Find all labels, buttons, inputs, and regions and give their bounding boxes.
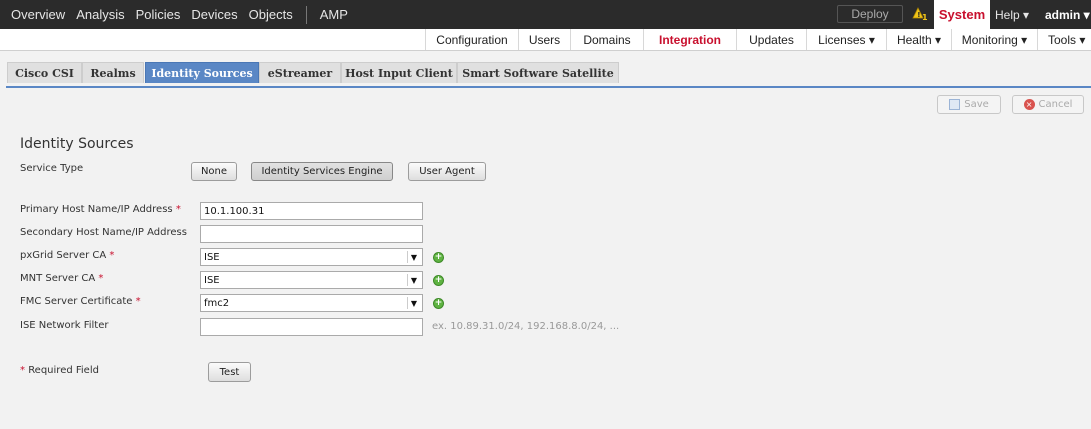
- ise-filter-input[interactable]: [200, 318, 423, 336]
- nav-policies[interactable]: Policies: [125, 7, 181, 22]
- required-marker: *: [109, 250, 115, 261]
- section-title: Identity Sources: [20, 136, 134, 152]
- help-menu[interactable]: Help ▾: [995, 8, 1029, 22]
- top-navigation-bar: Overview Analysis Policies Devices Objec…: [0, 0, 1091, 29]
- primary-host-label: Primary Host Name/IP Address *: [20, 204, 181, 215]
- system-subnav: Configuration Users Domains Integration …: [0, 29, 1091, 51]
- nav-objects[interactable]: Objects: [238, 7, 293, 22]
- tab-cisco-csi[interactable]: Cisco CSI: [7, 62, 82, 83]
- system-menu[interactable]: System: [934, 0, 990, 29]
- warning-count: 1: [922, 13, 928, 22]
- subnav-integration[interactable]: Integration: [643, 29, 736, 50]
- required-marker: *: [20, 365, 25, 376]
- mnt-ca-value: ISE: [204, 275, 220, 286]
- nav-devices[interactable]: Devices: [180, 7, 237, 22]
- service-type-label: Service Type: [20, 163, 84, 174]
- add-fmc-cert-icon[interactable]: +: [433, 298, 444, 309]
- secondary-host-label: Secondary Host Name/IP Address: [20, 227, 187, 238]
- pxgrid-ca-value: ISE: [204, 252, 220, 263]
- subnav-updates[interactable]: Updates: [736, 29, 806, 50]
- fmc-cert-select[interactable]: fmc2 ▼: [200, 294, 423, 312]
- service-type-ise-button[interactable]: Identity Services Engine: [251, 162, 393, 181]
- mnt-ca-select[interactable]: ISE ▼: [200, 271, 423, 289]
- deploy-button[interactable]: Deploy: [837, 5, 903, 23]
- nav-analysis[interactable]: Analysis: [65, 7, 124, 22]
- save-button[interactable]: Save: [937, 95, 1001, 114]
- cancel-button[interactable]: × Cancel: [1012, 95, 1084, 114]
- subnav-domains[interactable]: Domains: [570, 29, 643, 50]
- warning-icon[interactable]: ! 1: [912, 7, 928, 26]
- tab-underline: [6, 86, 1091, 88]
- subnav-tools[interactable]: Tools ▾: [1037, 29, 1091, 50]
- ise-filter-hint: ex. 10.89.31.0/24, 192.168.8.0/24, ...: [432, 321, 620, 332]
- subnav-licenses[interactable]: Licenses ▾: [806, 29, 886, 50]
- primary-host-input[interactable]: 10.1.100.31: [200, 202, 423, 220]
- test-button[interactable]: Test: [208, 362, 251, 382]
- fmc-cert-label: FMC Server Certificate *: [20, 296, 141, 307]
- fmc-cert-label-text: FMC Server Certificate: [20, 296, 133, 307]
- nav-divider: [305, 5, 307, 24]
- subnav-health[interactable]: Health ▾: [886, 29, 951, 50]
- required-field-note: * Required Field: [20, 365, 99, 376]
- save-icon: [949, 99, 961, 110]
- subnav-users[interactable]: Users: [518, 29, 570, 50]
- required-marker: *: [98, 273, 104, 284]
- tab-host-input-client[interactable]: Host Input Client: [341, 62, 457, 83]
- pxgrid-ca-label: pxGrid Server CA *: [20, 250, 114, 261]
- fmc-cert-value: fmc2: [204, 298, 230, 309]
- required-marker: *: [135, 296, 141, 307]
- integration-tabs: Cisco CSI Realms Identity Sources eStrea…: [0, 51, 1091, 87]
- nav-amp[interactable]: AMP: [311, 7, 348, 22]
- nav-overview[interactable]: Overview: [0, 7, 65, 22]
- chevron-down-icon: ▼: [407, 251, 420, 263]
- cancel-icon: ×: [1023, 99, 1035, 110]
- tab-estreamer[interactable]: eStreamer: [259, 62, 341, 83]
- add-pxgrid-ca-icon[interactable]: +: [433, 252, 444, 263]
- tab-identity-sources[interactable]: Identity Sources: [145, 62, 259, 83]
- chevron-down-icon: ▼: [407, 274, 420, 286]
- chevron-down-icon: ▼: [407, 297, 420, 309]
- ise-filter-label: ISE Network Filter: [20, 320, 109, 331]
- subnav-monitoring[interactable]: Monitoring ▾: [951, 29, 1037, 50]
- subnav-configuration[interactable]: Configuration: [425, 29, 518, 50]
- tab-smart-software-satellite[interactable]: Smart Software Satellite: [457, 62, 619, 83]
- mnt-ca-label-text: MNT Server CA: [20, 273, 96, 284]
- mnt-ca-label: MNT Server CA *: [20, 273, 103, 284]
- required-field-text: Required Field: [28, 365, 99, 376]
- cancel-label: Cancel: [1038, 99, 1073, 110]
- add-mnt-ca-icon[interactable]: +: [433, 275, 444, 286]
- service-type-user-agent-button[interactable]: User Agent: [408, 162, 486, 181]
- pxgrid-ca-select[interactable]: ISE ▼: [200, 248, 423, 266]
- svg-text:!: !: [917, 11, 920, 19]
- user-menu[interactable]: admin ▾: [1045, 8, 1090, 22]
- secondary-host-input[interactable]: [200, 225, 423, 243]
- required-marker: *: [175, 204, 181, 215]
- service-type-none-button[interactable]: None: [191, 162, 237, 181]
- primary-host-label-text: Primary Host Name/IP Address: [20, 204, 173, 215]
- pxgrid-ca-label-text: pxGrid Server CA: [20, 250, 107, 261]
- tab-realms[interactable]: Realms: [82, 62, 144, 83]
- save-label: Save: [964, 99, 989, 110]
- main-menu: Overview Analysis Policies Devices Objec…: [0, 0, 348, 29]
